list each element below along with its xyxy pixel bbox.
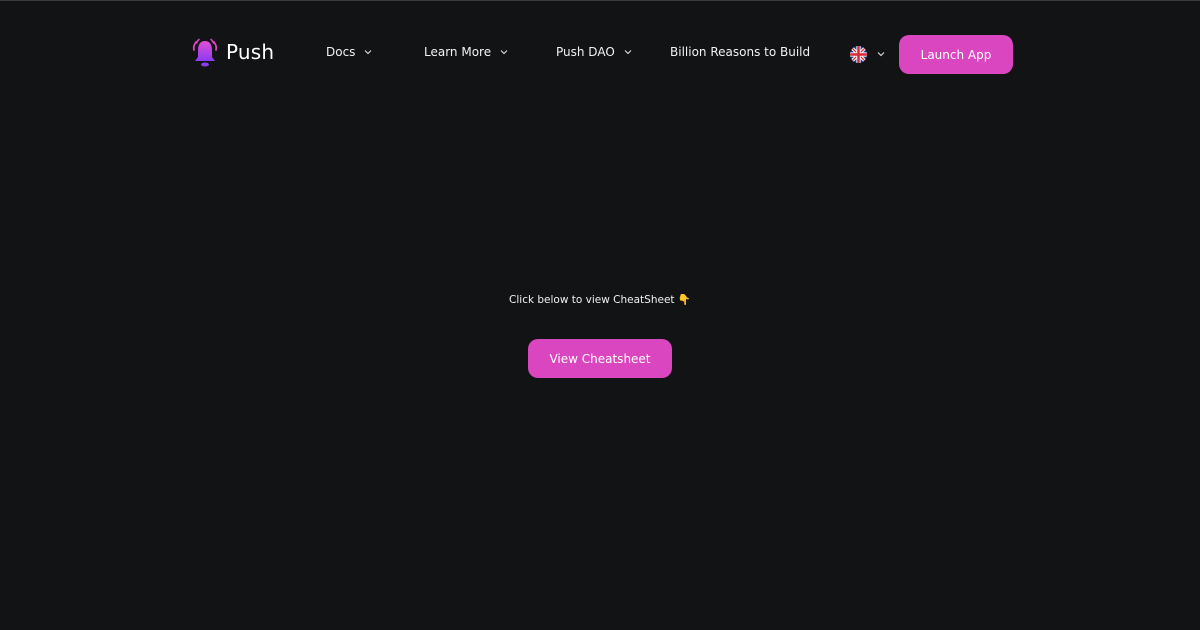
nav-docs[interactable]: Docs [326,44,372,60]
nav-push-dao[interactable]: Push DAO [556,44,632,60]
cheatsheet-prompt: Click below to view CheatSheet 👇 [509,294,691,306]
chevron-down-icon [624,50,632,55]
chevron-down-icon [877,52,885,57]
nav-learn-more-label: Learn More [424,45,492,59]
nav-docs-label: Docs [326,45,356,59]
view-cheatsheet-button[interactable]: View Cheatsheet [528,339,672,378]
nav-learn-more[interactable]: Learn More [424,44,508,60]
chevron-down-icon [500,50,508,55]
page: Push Docs Learn More Push DAO Billion Re… [0,0,1200,630]
language-selector[interactable] [850,45,885,63]
push-logo[interactable]: Push [190,35,274,69]
logo-text: Push [226,40,275,64]
bell-logo-icon [192,38,218,67]
nav-billion-reasons-label: Billion Reasons to Build [670,45,811,59]
header: Push Docs Learn More Push DAO Billion Re… [0,1,1200,106]
nav-push-dao-label: Push DAO [556,45,615,59]
nav-billion-reasons[interactable]: Billion Reasons to Build [670,44,810,60]
launch-app-button[interactable]: Launch App [899,35,1013,74]
chevron-down-icon [365,50,372,55]
uk-flag-icon [850,45,867,63]
